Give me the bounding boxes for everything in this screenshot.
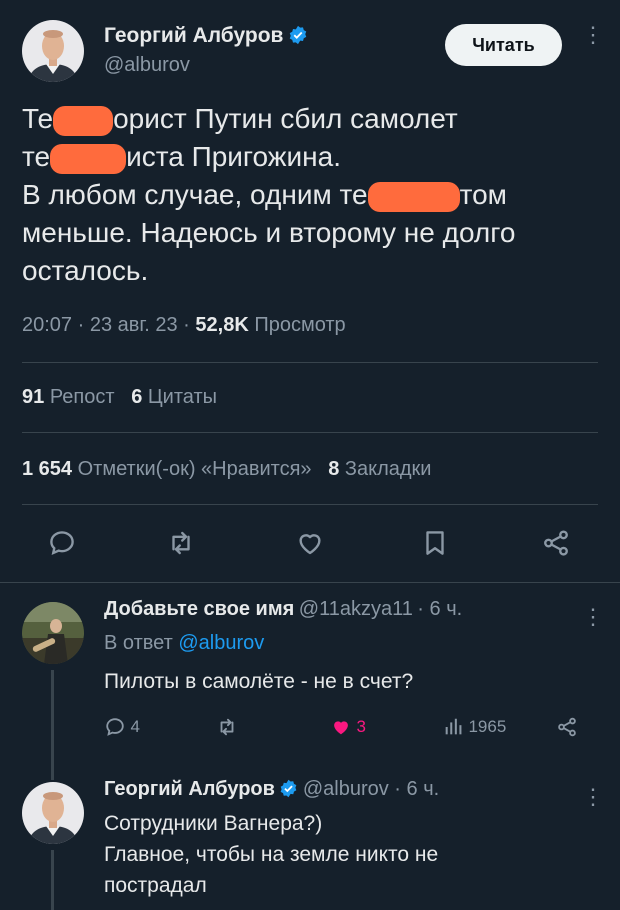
reply-author-name[interactable]: Добавьте свое имя <box>104 598 294 620</box>
tweet-line-1: Те орист Путин сбил самолет <box>22 103 458 136</box>
views-label: Просмотр <box>254 314 346 336</box>
redaction-mark <box>53 105 114 136</box>
views-count: 52,8K <box>195 314 249 336</box>
divider <box>22 504 598 505</box>
reply-text-line: пострадал <box>104 874 207 897</box>
thread-line <box>51 670 54 780</box>
reply-age[interactable]: 6 ч. <box>430 598 463 620</box>
heart-filled-icon <box>334 721 348 735</box>
reply-count: 4 <box>130 717 140 736</box>
reply-author-handle[interactable]: @alburov <box>303 778 389 800</box>
reply-author-name[interactable]: Георгий Албуров <box>104 778 275 800</box>
reply-to-line: В ответ @alburov <box>104 632 265 654</box>
tweet-date[interactable]: 23 авг. 23 <box>90 314 178 336</box>
reply-text: Сотрудники Вагнера?) Главное, чтобы на з… <box>104 808 438 901</box>
reply-views-button[interactable]: 1965 <box>442 716 506 740</box>
bookmarks-label: Закладки <box>344 458 432 480</box>
likes-label: Отметки(-ок) «Нравится» <box>77 458 312 480</box>
quotes-label: Цитаты <box>147 386 217 408</box>
verified-badge-icon <box>288 25 308 50</box>
views-icon <box>445 718 462 735</box>
like-stats[interactable]: 1 654 Отметки(-ок) «Нравится» 8 Закладки <box>22 458 431 481</box>
repost-icon[interactable] <box>216 716 238 743</box>
author-avatar[interactable] <box>22 20 84 82</box>
tweet-line-5: осталось. <box>22 255 149 286</box>
reply-icon <box>106 718 124 736</box>
tweet-line-3: В любом случае, одним те том <box>22 179 507 212</box>
reply-icon[interactable] <box>47 528 77 563</box>
divider <box>22 362 598 363</box>
redaction-mark <box>50 143 127 174</box>
repost-stats[interactable]: 91 Репост 6 Цитаты <box>22 386 217 409</box>
follow-button[interactable]: Читать <box>445 24 562 66</box>
reply-like-count: 3 <box>356 717 366 736</box>
bookmarks-count: 8 <box>328 458 340 480</box>
reply-age[interactable]: 6 ч. <box>407 778 440 800</box>
reposts-count: 91 <box>22 386 45 408</box>
tweet-meta: 20:07 · 23 авг. 23 · 52,8K Просмотр <box>22 314 346 336</box>
more-options-icon[interactable]: ⋮ <box>582 784 604 810</box>
tweet-text: Те орист Путин сбил самолет те иста Пригож… <box>22 100 602 290</box>
verified-badge-icon <box>279 779 298 803</box>
author-name[interactable]: Георгий Албуров <box>104 24 283 47</box>
reply-view-count: 1965 <box>468 717 507 736</box>
redaction-mark <box>367 181 460 212</box>
divider <box>22 432 598 433</box>
reply-text-line: Главное, чтобы на земле никто не <box>104 843 439 866</box>
reply-like-button[interactable]: 3 <box>330 716 366 740</box>
tweet-line-2: те иста Пригожина. <box>22 141 341 174</box>
bookmark-icon[interactable] <box>420 528 450 563</box>
tweet-time[interactable]: 20:07 <box>22 314 72 336</box>
share-icon[interactable] <box>556 716 578 743</box>
reply-author-avatar[interactable] <box>22 782 84 844</box>
reply-reply-button[interactable]: 4 <box>104 716 140 740</box>
like-icon[interactable] <box>295 528 325 563</box>
reposts-label: Репост <box>49 386 115 408</box>
more-options-icon[interactable]: ⋮ <box>582 24 604 46</box>
reply-author-avatar[interactable] <box>22 602 84 664</box>
reply-text-line: Сотрудники Вагнера?) <box>104 812 323 835</box>
share-icon[interactable] <box>541 528 571 563</box>
author-handle[interactable]: @alburov <box>104 54 190 77</box>
likes-count: 1 654 <box>22 458 73 480</box>
more-options-icon[interactable]: ⋮ <box>582 604 604 630</box>
divider <box>0 582 620 583</box>
tweet-line-4: меньше. Надеюсь и второму не долго <box>22 217 516 248</box>
quotes-count: 6 <box>131 386 143 408</box>
reply-to-handle[interactable]: @alburov <box>178 632 264 654</box>
reply-text: Пилоты в самолёте - не в счет? <box>104 670 414 693</box>
thread-line <box>51 850 54 910</box>
repost-icon[interactable] <box>166 528 196 563</box>
reply-author-handle[interactable]: @11akzya11 <box>299 598 413 620</box>
